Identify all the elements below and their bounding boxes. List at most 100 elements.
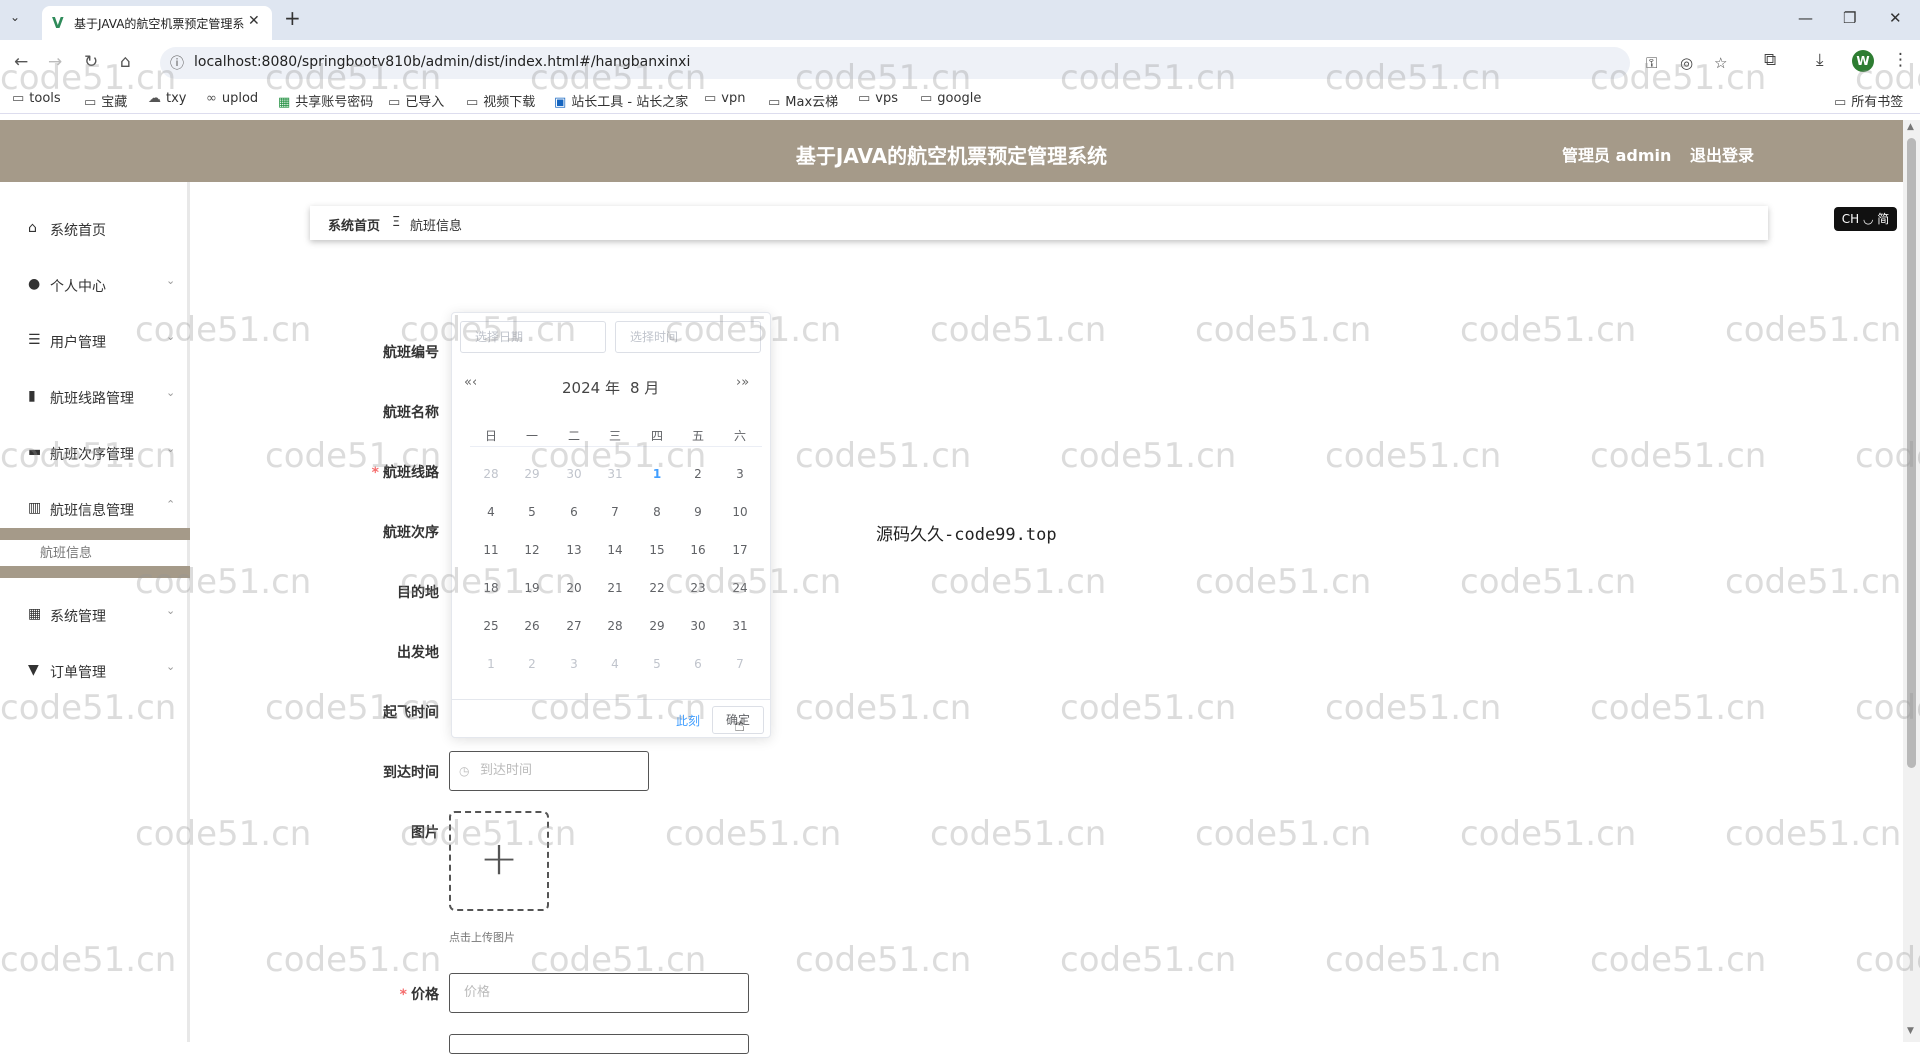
bookmark-item[interactable]: ∞ uplod [206,91,258,106]
screenshot-icon[interactable]: ◎ [1680,54,1693,72]
picker-date-input[interactable]: 选择日期 [460,321,606,353]
sidebar-item-home[interactable]: ⌂ 系统首页 [0,210,190,250]
download-icon[interactable]: ⤓ [1816,50,1824,70]
calendar-day[interactable]: 8 [644,505,670,519]
calendar-day[interactable]: 31 [602,467,628,481]
calendar-day[interactable]: 5 [644,657,670,671]
address-bar[interactable]: ⓘ localhost:8080/springbootv810b/admin/d… [160,47,1727,79]
logout-button[interactable]: 退出登录 [1690,142,1754,166]
calendar-day[interactable]: 29 [644,619,670,633]
calendar-day[interactable]: 17 [727,543,753,557]
price-input[interactable]: 价格 [449,973,749,1013]
calendar-day[interactable]: 10 [727,505,753,519]
calendar-day[interactable]: 22 [644,581,670,595]
calendar-day[interactable]: 23 [685,581,711,595]
home-nav-icon[interactable]: ⌂ [120,52,131,72]
tab-search-icon[interactable]: ⌄ [10,10,20,24]
forward-icon[interactable]: → [48,52,62,72]
calendar-day[interactable]: 13 [561,543,587,557]
calendar-day[interactable]: 28 [602,619,628,633]
sidebar-item-routes[interactable]: ▮ 航班线路管理 ⌄ [0,378,190,418]
calendar-day[interactable]: 4 [478,505,504,519]
calendar-day[interactable]: 30 [561,467,587,481]
picker-time-input[interactable]: 选择时间 [615,321,761,353]
sidebar-item-sequence[interactable]: ▬ 航班次序管理 ⌄ [0,434,190,474]
site-info-icon[interactable]: ⓘ [170,53,184,73]
prev-year-month-icon[interactable]: «‹ [464,375,477,390]
calendar-day[interactable]: 20 [561,581,587,595]
sidebar-item-flight-info[interactable]: ▥ 航班信息管理 ⌃ [0,490,190,530]
bookmark-item[interactable]: ▭ 视频下载 [466,91,535,110]
profile-avatar[interactable]: W [1852,50,1874,72]
calendar-day[interactable]: 6 [561,505,587,519]
calendar-day[interactable]: 2 [519,657,545,671]
calendar-day[interactable]: 12 [519,543,545,557]
scroll-down-icon[interactable]: ▼ [1907,1026,1914,1036]
calendar-day[interactable]: 7 [727,657,753,671]
calendar-day[interactable]: 18 [478,581,504,595]
page-scrollbar[interactable]: ▲ ▼ [1903,120,1920,1042]
picker-year[interactable]: 2024 年 [562,377,620,398]
calendar-day[interactable]: 15 [644,543,670,557]
calendar-day[interactable]: 4 [602,657,628,671]
reload-icon[interactable]: ↻ [84,52,98,72]
calendar-day[interactable]: 29 [519,467,545,481]
breadcrumb-home[interactable]: 系统首页 [328,215,380,234]
calendar-day[interactable]: 27 [561,619,587,633]
calendar-day[interactable]: 16 [685,543,711,557]
bookmark-item[interactable]: ▭ Max云梯 [768,91,838,110]
calendar-day[interactable]: 6 [685,657,711,671]
calendar-day[interactable]: 25 [478,619,504,633]
bookmark-item[interactable]: ▭ tools [12,91,61,106]
picker-month[interactable]: 8 月 [630,377,659,398]
scroll-up-icon[interactable]: ▲ [1907,122,1914,132]
now-button[interactable]: 此刻 [676,712,700,729]
calendar-day[interactable]: 5 [519,505,545,519]
calendar-day[interactable]: 26 [519,619,545,633]
next-month-year-icon[interactable]: ›» [736,375,749,390]
calendar-day[interactable]: 2 [685,467,711,481]
calendar-day[interactable]: 31 [727,619,753,633]
close-window-icon[interactable]: ✕ [1889,9,1902,27]
sidebar-item-orders[interactable]: ▼ 订单管理 ⌄ [0,652,190,692]
all-bookmarks[interactable]: ▭ 所有书签 [1834,91,1903,110]
calendar-day[interactable]: 7 [602,505,628,519]
calendar-day[interactable]: 28 [478,467,504,481]
browser-tab[interactable]: V 基于JAVA的航空机票预定管理系 ✕ [42,6,272,40]
extensions-icon[interactable]: ⧉ [1764,50,1776,70]
bookmark-item[interactable]: ▭ 已导入 [388,91,444,110]
calendar-day[interactable]: 14 [602,543,628,557]
restore-icon[interactable]: ❐ [1843,9,1856,27]
calendar-day[interactable]: 1 [644,467,670,481]
key-icon[interactable]: ⚿ [1646,54,1657,72]
sidebar-item-personal[interactable]: ● 个人中心 ⌄ [0,266,190,306]
calendar-day[interactable]: 21 [602,581,628,595]
calendar-day[interactable]: 3 [561,657,587,671]
scroll-thumb[interactable] [1907,138,1916,768]
calendar-day[interactable]: 1 [478,657,504,671]
next-input[interactable] [449,1034,749,1054]
language-badge[interactable]: CH ◡ 简 [1834,207,1897,231]
calendar-day[interactable]: 24 [727,581,753,595]
new-tab-icon[interactable]: + [284,6,301,30]
sidebar-item-system[interactable]: ▦ 系统管理 ⌄ [0,596,190,636]
bookmark-item[interactable]: ▣ 站长工具 - 站长之家 [554,91,688,110]
menu-icon[interactable]: ⋮ [1892,50,1909,70]
bookmark-item[interactable]: ▭ vpn [704,91,745,106]
bookmark-item[interactable]: ☁ txy [148,91,186,106]
calendar-day[interactable]: 3 [727,467,753,481]
arrival-time-input[interactable]: ◷ 到达时间 [449,751,649,791]
calendar-day[interactable]: 9 [685,505,711,519]
calendar-day[interactable]: 11 [478,543,504,557]
minimize-icon[interactable]: — [1798,9,1813,27]
sidebar-item-users[interactable]: ☰ 用户管理 ⌄ [0,322,190,362]
close-tab-icon[interactable]: ✕ [248,13,260,29]
calendar-day[interactable]: 30 [685,619,711,633]
image-upload-box[interactable]: + [449,811,549,911]
calendar-day[interactable]: 19 [519,581,545,595]
bookmark-item[interactable]: ▭ 宝藏 [84,91,127,110]
bookmark-star-icon[interactable]: ☆ [1714,54,1727,72]
sidebar-subitem-flight-info[interactable]: 航班信息 [40,542,92,561]
bookmark-item[interactable]: ▭ vps [858,91,898,106]
back-icon[interactable]: ← [14,52,28,72]
